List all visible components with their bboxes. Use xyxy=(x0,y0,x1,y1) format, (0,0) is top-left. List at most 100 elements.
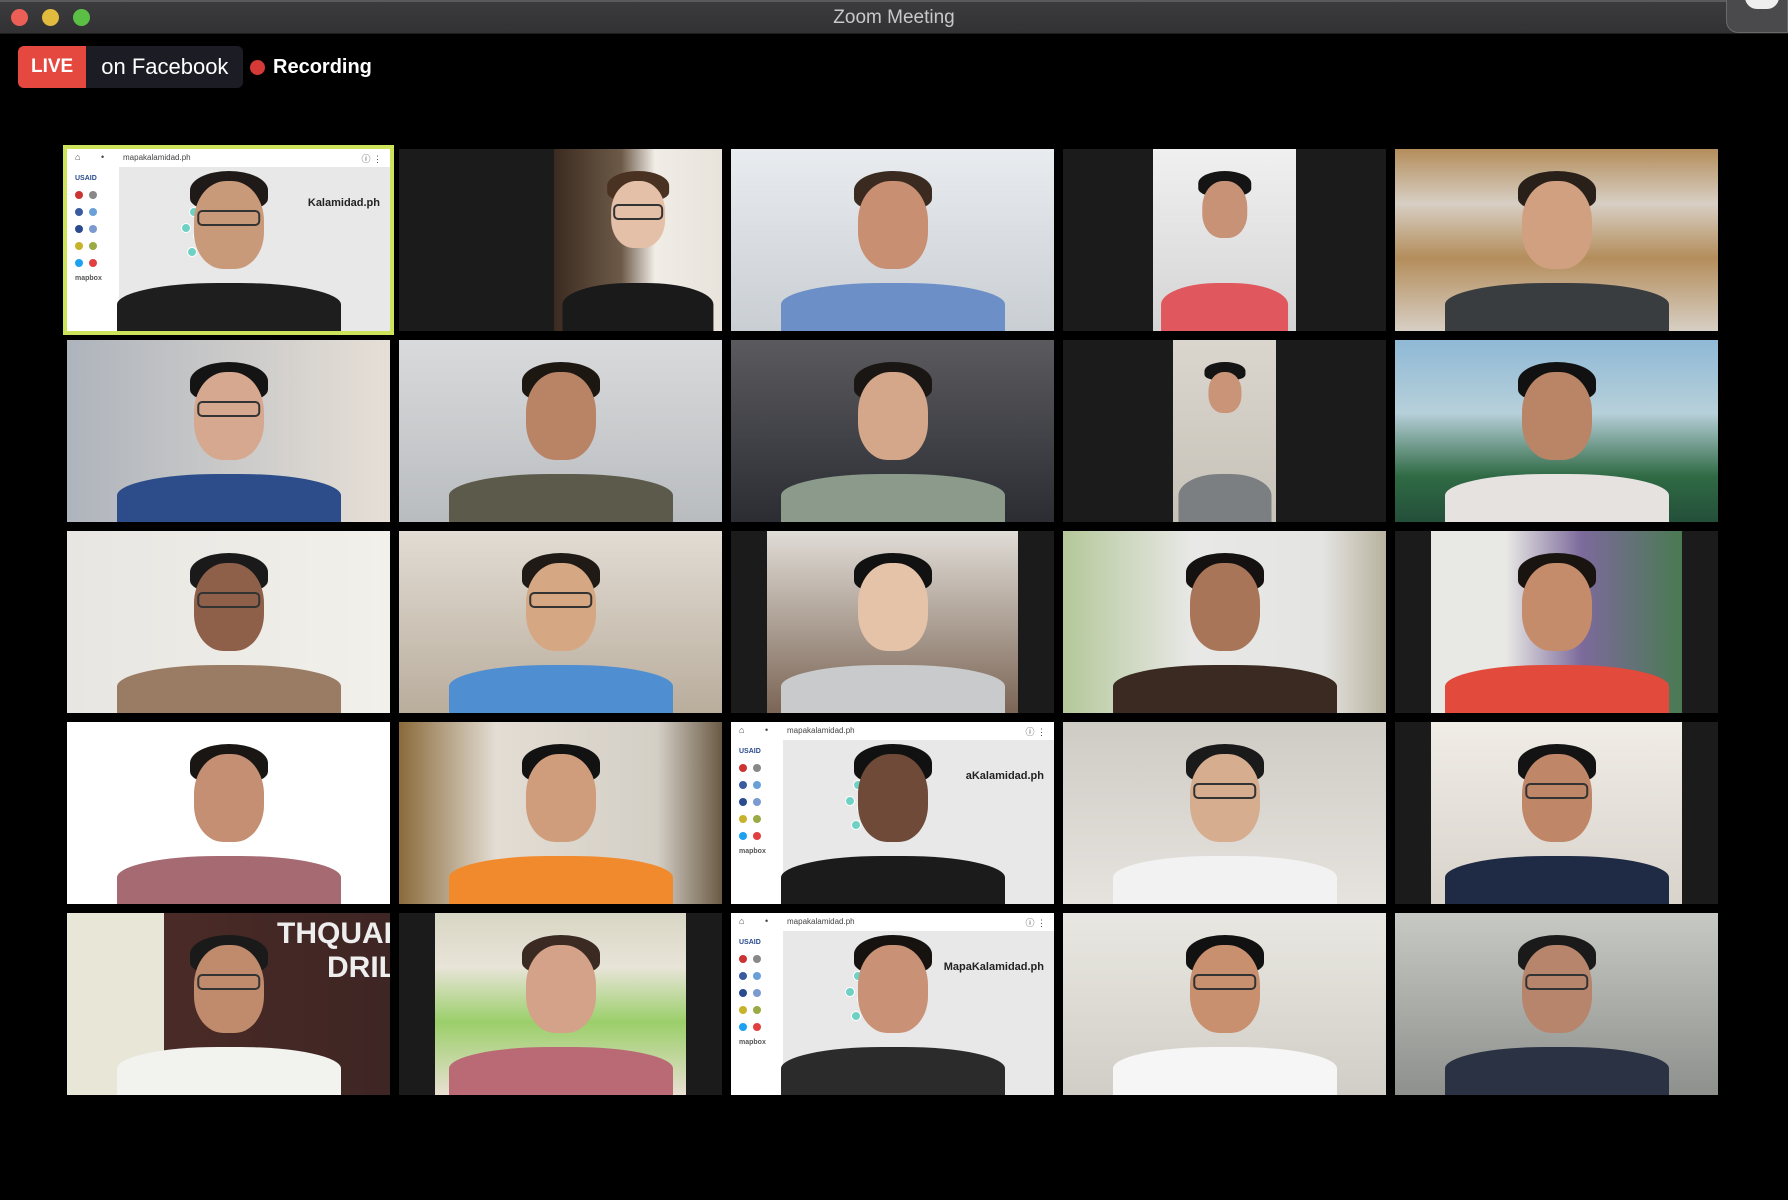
video-feed xyxy=(1153,149,1296,331)
participant-face xyxy=(1521,181,1592,269)
participant-video-tile[interactable]: ⌂ • mapakalamidad.ph ⓘ ⋮ USAID mapbox Kalamida… xyxy=(63,145,394,335)
participant-torso xyxy=(448,665,673,713)
video-feed: ⌂ • mapakalamidad.ph ⓘ ⋮ USAID mapbox MapaKala… xyxy=(731,913,1054,1095)
participant-video-tile[interactable]: ⌂ • mapakalamidad.ph ⓘ ⋮ USAID mapbox aKalamid… xyxy=(731,722,1054,904)
participant-face xyxy=(1189,563,1260,651)
map-sponsor-sidebar: USAID mapbox xyxy=(731,740,783,904)
partner-logo-row xyxy=(739,989,783,997)
participant-torso xyxy=(1444,283,1669,331)
participant-video-tile[interactable] xyxy=(731,340,1054,522)
participant-face xyxy=(857,563,928,651)
home-icon: ⌂ xyxy=(739,916,745,926)
participant-video-tile[interactable]: THQUAKDRIL xyxy=(67,913,390,1095)
participant-torso xyxy=(780,474,1005,522)
lock-icon: • xyxy=(765,916,769,926)
participant-torso xyxy=(780,856,1005,904)
flood-report-pin xyxy=(851,1011,861,1021)
browser-bar: ⌂ • mapakalamidad.ph ⓘ ⋮ xyxy=(67,149,390,168)
video-feed xyxy=(731,149,1054,331)
video-feed xyxy=(1395,913,1718,1095)
participant-video-tile[interactable] xyxy=(399,722,722,904)
poster-title: THQUAK xyxy=(277,917,390,950)
mapakalamidad-brand: MapaKalamidad.ph xyxy=(943,961,1044,973)
mapbox-logo: mapbox xyxy=(75,275,102,282)
participant-video-tile[interactable] xyxy=(399,340,722,522)
participant-face xyxy=(857,181,928,269)
video-feed xyxy=(67,340,390,522)
participant-torso xyxy=(780,665,1005,713)
browser-menu-icon: ⓘ ⋮ xyxy=(1025,727,1046,737)
video-feed: ⌂ • mapakalamidad.ph ⓘ ⋮ USAID mapbox Kalamida… xyxy=(67,149,390,331)
participant-video-tile[interactable] xyxy=(1395,149,1718,331)
participant-torso xyxy=(1112,1047,1337,1095)
chat-overlay-tab[interactable] xyxy=(1726,0,1788,33)
partner-logo-row xyxy=(739,1023,783,1031)
participant-video-tile[interactable] xyxy=(1395,913,1718,1095)
window-titlebar: Zoom Meeting xyxy=(0,0,1788,34)
participant-torso xyxy=(1112,856,1337,904)
participant-torso xyxy=(1444,856,1669,904)
earthquake-drill-poster: THQUAKDRIL xyxy=(157,913,390,1037)
participant-torso xyxy=(116,665,341,713)
glasses xyxy=(528,592,593,609)
mapbox-logo: mapbox xyxy=(739,1039,766,1046)
glasses xyxy=(1524,783,1589,800)
video-feed xyxy=(1063,913,1386,1095)
video-feed xyxy=(554,149,722,331)
video-feed xyxy=(1063,722,1386,904)
partner-logo-row xyxy=(739,1006,783,1014)
browser-menu-icon: ⓘ ⋮ xyxy=(1025,918,1046,928)
glasses xyxy=(196,401,261,418)
participant-face xyxy=(525,945,596,1033)
participant-video-tile[interactable] xyxy=(731,531,1054,713)
video-feed: ⌂ • mapakalamidad.ph ⓘ ⋮ USAID mapbox aKalamid… xyxy=(731,722,1054,904)
participant-torso xyxy=(116,283,341,331)
participant-video-tile[interactable] xyxy=(1063,531,1386,713)
participant-video-tile[interactable] xyxy=(399,531,722,713)
participant-torso xyxy=(1160,283,1289,331)
participant-video-tile[interactable] xyxy=(1395,531,1718,713)
browser-bar: ⌂ • mapakalamidad.ph ⓘ ⋮ xyxy=(731,722,1054,741)
participant-video-tile[interactable] xyxy=(1063,340,1386,522)
glasses xyxy=(1192,783,1257,800)
video-feed xyxy=(766,531,1019,713)
window-title: Zoom Meeting xyxy=(833,7,955,28)
participant-torso xyxy=(780,283,1005,331)
participant-video-tile[interactable] xyxy=(1395,340,1718,522)
participant-video-tile[interactable] xyxy=(67,722,390,904)
video-feed xyxy=(1395,149,1718,331)
lock-icon: • xyxy=(765,725,769,735)
live-stream-badge[interactable]: LIVE on Facebook xyxy=(18,46,244,88)
partner-logo-row xyxy=(75,242,119,250)
participant-face xyxy=(525,754,596,842)
participant-video-tile[interactable] xyxy=(1063,149,1386,331)
video-feed xyxy=(1430,722,1683,904)
video-feed xyxy=(67,722,390,904)
participant-video-tile[interactable] xyxy=(1395,722,1718,904)
mapakalamidad-brand: aKalamidad.ph xyxy=(965,770,1044,782)
partner-logo-row xyxy=(739,832,783,840)
mapbox-logo: mapbox xyxy=(739,848,766,855)
participant-video-tile[interactable] xyxy=(67,531,390,713)
participant-video-tile[interactable] xyxy=(731,149,1054,331)
participant-torso xyxy=(448,1047,673,1095)
participant-video-tile[interactable]: ⌂ • mapakalamidad.ph ⓘ ⋮ USAID mapbox MapaKala… xyxy=(731,913,1054,1095)
video-feed xyxy=(1063,531,1386,713)
partner-logo-row xyxy=(75,208,119,216)
participant-video-tile[interactable] xyxy=(1063,913,1386,1095)
participant-torso xyxy=(1177,474,1272,522)
glasses xyxy=(1192,974,1257,991)
participant-video-tile[interactable] xyxy=(399,913,722,1095)
recording-indicator[interactable]: Recording xyxy=(250,56,372,79)
participant-torso xyxy=(1444,1047,1669,1095)
video-feed xyxy=(399,340,722,522)
partner-logo-row xyxy=(739,815,783,823)
live-label: LIVE xyxy=(18,46,87,88)
participant-torso xyxy=(562,283,714,331)
participant-video-tile[interactable] xyxy=(67,340,390,522)
video-feed xyxy=(399,722,722,904)
participant-video-tile[interactable] xyxy=(399,149,722,331)
participant-video-tile[interactable] xyxy=(1063,722,1386,904)
participant-face xyxy=(857,945,928,1033)
partner-logo-row xyxy=(739,764,783,772)
